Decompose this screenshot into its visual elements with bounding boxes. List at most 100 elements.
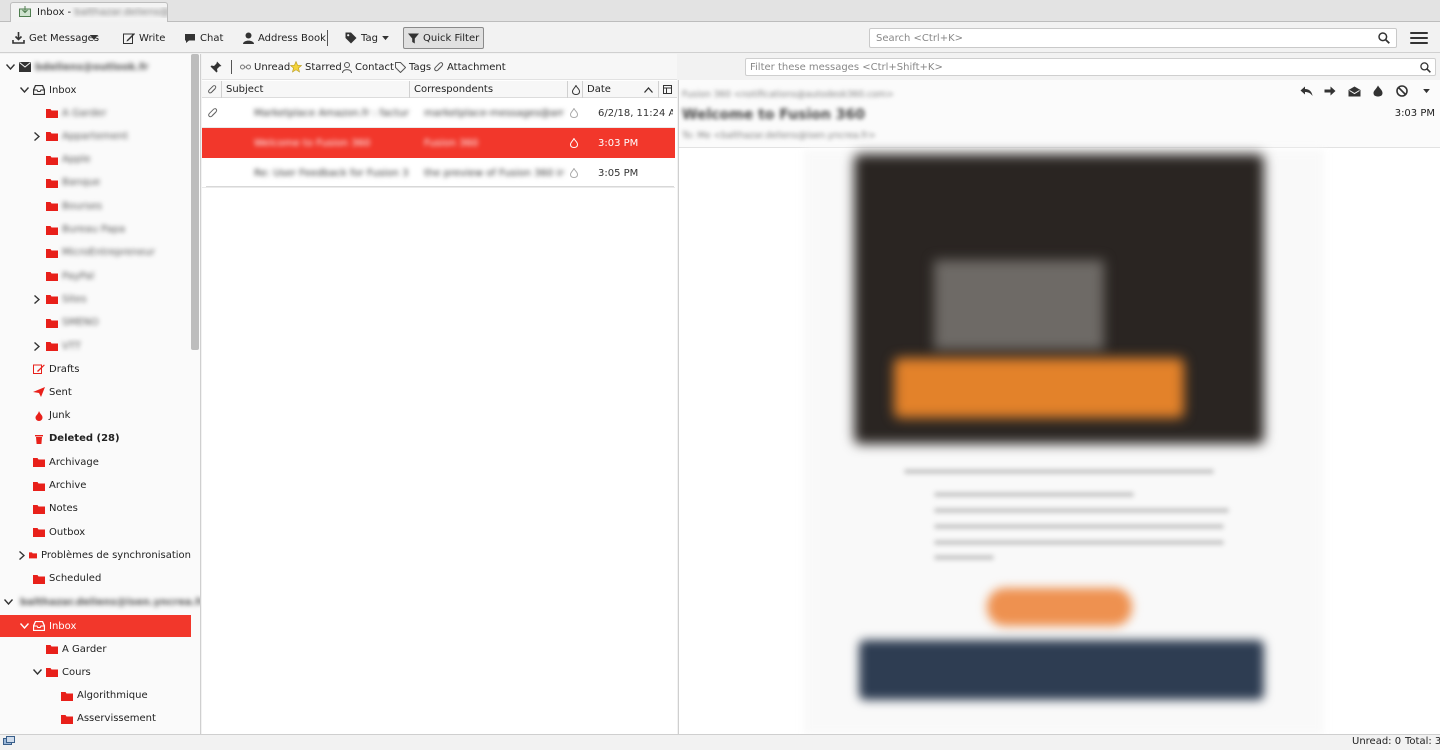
- column-attachment[interactable]: [204, 81, 222, 98]
- folder-row[interactable]: PayPal: [0, 265, 191, 287]
- column-correspondents[interactable]: Correspondents: [409, 81, 567, 98]
- junk-status-cell[interactable]: [570, 158, 582, 188]
- folder-row[interactable]: A Garder: [0, 102, 191, 124]
- chevron-down-icon: [1422, 88, 1430, 93]
- chevron-right-icon[interactable]: [31, 341, 43, 351]
- folder-label: Banque: [62, 177, 101, 189]
- filter-input[interactable]: [750, 61, 1420, 73]
- message-row[interactable]: Welcome to Fusion 360 Fusion 360 3:03 PM: [202, 128, 675, 158]
- column-header: Subject Correspondents Date: [202, 81, 677, 98]
- folder-label: Scheduled: [49, 573, 102, 585]
- chevron-down-icon[interactable]: [4, 599, 13, 605]
- flame-icon: [572, 84, 580, 95]
- folder-row[interactable]: Appartement: [0, 125, 191, 147]
- column-date[interactable]: Date: [582, 81, 658, 98]
- message-to[interactable]: To: Me <balthazar.deliens@isen.yncrea.fr…: [682, 131, 876, 141]
- folder-row[interactable]: Drafts: [0, 358, 191, 380]
- folder-row[interactable]: Archive: [0, 475, 191, 497]
- chevron-right-icon[interactable]: [31, 294, 43, 304]
- folder-scrollbar[interactable]: [191, 54, 199, 350]
- column-date-label: Date: [587, 84, 611, 95]
- download-icon: [12, 32, 25, 44]
- folder-row[interactable]: A Garder: [0, 638, 191, 660]
- reply-button[interactable]: [1299, 84, 1313, 98]
- folder-row[interactable]: Deleted (28): [0, 428, 191, 450]
- folder-row[interactable]: Outbox: [0, 521, 191, 543]
- junk-status-cell[interactable]: [570, 128, 582, 158]
- folder-row[interactable]: VTT: [0, 335, 191, 357]
- chevron-down-icon[interactable]: [4, 64, 16, 70]
- folder-row[interactable]: Apple: [0, 149, 191, 171]
- chevron-down-icon[interactable]: [31, 669, 43, 676]
- chat-button[interactable]: Chat: [180, 27, 227, 49]
- folder-icon: [61, 714, 73, 724]
- chevron-right-icon[interactable]: [31, 131, 43, 141]
- folder-row[interactable]: Banque: [0, 172, 191, 194]
- account-row[interactable]: bdeliens@outlook.fr: [0, 56, 191, 78]
- folder-row[interactable]: Bureau Papa: [0, 219, 191, 241]
- reply-icon: [1300, 86, 1312, 96]
- message-row[interactable]: Marketplace Amazon.fr : facture pour ...…: [202, 98, 675, 128]
- filter-starred[interactable]: Starred: [290, 59, 342, 75]
- folder-row[interactable]: Notes: [0, 498, 191, 520]
- folder-row[interactable]: Asservissement: [0, 708, 191, 730]
- archive-button[interactable]: [1347, 84, 1361, 98]
- app-menu-button[interactable]: [1410, 29, 1428, 47]
- folder-row[interactable]: Sites: [0, 288, 191, 310]
- folder-row[interactable]: Algorithmique: [0, 685, 191, 707]
- email-text-line: [934, 524, 1224, 529]
- folder-row[interactable]: SMENO: [0, 312, 191, 334]
- folder-row[interactable]: Junk: [0, 405, 191, 427]
- folder-row[interactable]: Cours: [0, 661, 191, 683]
- folder-row[interactable]: Sent: [0, 381, 191, 403]
- search-input[interactable]: [876, 32, 1378, 44]
- message-correspondent-cell: the preview of Fusion 360 in a bro...: [424, 167, 564, 179]
- filter-attachment[interactable]: Attachment: [434, 59, 506, 75]
- column-junk[interactable]: [567, 81, 582, 98]
- folder-inbox-selected[interactable]: Inbox: [0, 615, 191, 637]
- message-subject-cell: Marketplace Amazon.fr : facture pour ...: [254, 107, 409, 119]
- email-body: [804, 150, 1324, 734]
- chevron-right-icon[interactable]: [18, 550, 26, 560]
- folder-row[interactable]: Scheduled: [0, 568, 191, 590]
- quick-filter-button[interactable]: Quick Filter: [403, 27, 485, 49]
- search-icon[interactable]: [1378, 32, 1390, 44]
- folder-row[interactable]: Bourses: [0, 195, 191, 217]
- folder-label: Archivage: [49, 456, 99, 468]
- filter-contact[interactable]: Contact: [342, 59, 394, 75]
- column-subject[interactable]: Subject: [221, 81, 409, 98]
- flame-icon: [570, 138, 578, 148]
- forward-button[interactable]: [1323, 84, 1337, 98]
- tab-title: Inbox - balthazar.deliens@isen.y: [37, 7, 167, 18]
- email-footer-banner[interactable]: [859, 640, 1264, 700]
- sticky-filter-toggle[interactable]: [210, 59, 222, 75]
- pin-icon: [210, 61, 222, 73]
- email-cta-button[interactable]: [987, 588, 1132, 626]
- folder-label: PayPal: [62, 270, 95, 282]
- tag-button[interactable]: Tag: [341, 27, 393, 49]
- message-from[interactable]: Fusion 360 <notifications@autodesk360.co…: [682, 90, 894, 100]
- write-button[interactable]: Write: [119, 27, 169, 49]
- tab-inbox[interactable]: Inbox - balthazar.deliens@isen.y: [10, 2, 168, 22]
- address-book-button[interactable]: Address Book: [239, 27, 330, 49]
- folder-row[interactable]: Problèmes de synchronisation: [0, 544, 191, 566]
- folder-label: A Garder: [62, 107, 107, 119]
- email-hero-button[interactable]: [894, 358, 1184, 418]
- junk-status-cell[interactable]: [570, 98, 582, 128]
- delete-button[interactable]: [1395, 84, 1409, 98]
- filter-tags[interactable]: Tags: [395, 59, 431, 75]
- folder-inbox[interactable]: Inbox: [0, 79, 191, 101]
- chevron-down-icon[interactable]: [18, 623, 30, 629]
- folder-row[interactable]: Archivage: [0, 451, 191, 473]
- folder-row[interactable]: MicroEntrepreneur: [0, 242, 191, 264]
- junk-button[interactable]: [1371, 84, 1385, 98]
- account-row[interactable]: balthazar.deliens@isen.yncrea.fr: [0, 591, 200, 613]
- filter-unread[interactable]: Unread: [240, 59, 290, 75]
- get-messages-dropdown[interactable]: [86, 27, 102, 49]
- chevron-down-icon[interactable]: [18, 87, 30, 93]
- search-icon[interactable]: [1420, 61, 1431, 73]
- more-actions-button[interactable]: [1419, 84, 1433, 98]
- message-date-cell: 6/2/18, 11:24 AM: [598, 107, 673, 119]
- message-row[interactable]: Re: User Feedback for Fusion 360 the prev…: [202, 158, 675, 188]
- column-picker[interactable]: [658, 81, 675, 98]
